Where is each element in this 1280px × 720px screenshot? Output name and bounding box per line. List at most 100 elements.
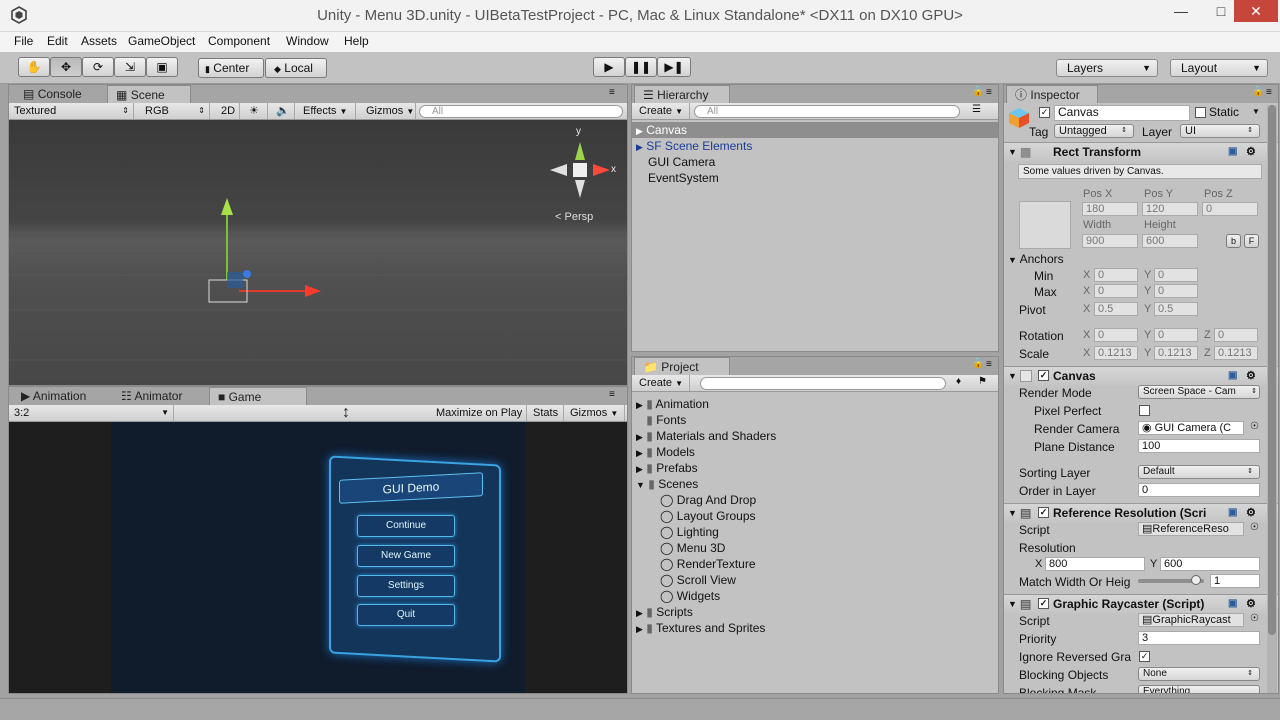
menu-gameobject[interactable]: GameObject [128, 34, 195, 48]
render-mode-dropdown[interactable]: Screen Space - Cam ⇕ [1138, 385, 1260, 399]
order-in-layer-field[interactable]: 0 [1138, 483, 1260, 497]
hierarchy-search-input[interactable]: All [694, 105, 960, 118]
hierarchy-item-eventsystem[interactable]: EventSystem [632, 170, 998, 186]
gameobject-name-input[interactable]: Canvas [1054, 105, 1190, 121]
pivot-center-button[interactable]: ▮ Center [198, 58, 264, 78]
layers-dropdown[interactable]: Layers ▼ [1056, 59, 1158, 77]
lighting-toggle[interactable]: ☀ [244, 103, 268, 119]
scene-item-widgets[interactable]: ◯ Widgets [636, 588, 996, 604]
scene-viewport[interactable]: y x < Persp [9, 120, 627, 385]
folder-item-textures[interactable]: ▶ ▮ Textures and Sprites [636, 620, 996, 636]
posy-field[interactable]: 120 [1142, 202, 1198, 216]
anchor-max-y-field[interactable]: 0 [1154, 284, 1198, 298]
scene-item-rendertexture[interactable]: ◯ RenderTexture [636, 556, 996, 572]
anchor-min-y-field[interactable]: 0 [1154, 268, 1198, 282]
tab-console[interactable]: ▤ Console [15, 85, 105, 103]
collapse-arrow-icon[interactable]: ▼ [1008, 255, 1017, 265]
help-book-icon[interactable]: ▣ [1228, 595, 1237, 613]
anchor-min-x-field[interactable]: 0 [1094, 268, 1138, 282]
blocking-objects-dropdown[interactable]: None ⇕ [1138, 667, 1260, 681]
anchor-preset-icon[interactable] [1019, 201, 1071, 249]
expand-arrow-icon[interactable]: ▶ [636, 448, 643, 458]
help-book-icon[interactable]: ▣ [1228, 504, 1237, 522]
raw-edit-button[interactable]: F [1244, 234, 1259, 248]
panel-menu-icon[interactable]: ≡ [986, 359, 992, 370]
view-gizmo-x-cone[interactable] [593, 164, 610, 176]
match-value-field[interactable]: 1 [1210, 574, 1260, 588]
expand-arrow-icon[interactable]: ▶ [636, 624, 643, 634]
scene-item-menu-3d[interactable]: ◯ Menu 3D [636, 540, 996, 556]
tab-animator[interactable]: ☷ Animator [113, 387, 209, 405]
expand-arrow-icon[interactable]: ▶ [636, 608, 643, 618]
raycaster-script-field[interactable]: ▤GraphicRaycast [1138, 613, 1244, 627]
rotation-x-field[interactable]: 0 [1094, 328, 1138, 342]
rotate-tool-button[interactable]: ⟳ [82, 57, 114, 77]
active-checkbox[interactable]: ✓ [1039, 107, 1050, 118]
render-mode-dropdown[interactable]: RGB ⇕ [140, 103, 210, 119]
lock-icon[interactable]: 🔒 [972, 358, 984, 369]
folder-item-scripts[interactable]: ▶ ▮ Scripts [636, 604, 996, 620]
filter-label-icon[interactable]: ⚑ [978, 376, 987, 387]
graphic-raycaster-header[interactable]: ▼ ▤ ✓ Graphic Raycaster (Script) ▣ ⚙ [1004, 594, 1278, 614]
folder-item-animation[interactable]: ▶ ▮ Animation [636, 396, 996, 412]
refres-enabled-checkbox[interactable]: ✓ [1038, 507, 1049, 518]
gear-icon[interactable]: ⚙ [1246, 595, 1256, 613]
menu-assets[interactable]: Assets [81, 34, 117, 48]
menu-edit[interactable]: Edit [47, 34, 68, 48]
gizmos-dropdown[interactable]: Gizmos ▼ [361, 103, 416, 119]
scene-item-lighting[interactable]: ◯ Lighting [636, 524, 996, 540]
menu-window[interactable]: Window [286, 34, 329, 48]
view-gizmo-cube[interactable] [573, 163, 587, 177]
scene-item-scroll-view[interactable]: ◯ Scroll View [636, 572, 996, 588]
render-camera-field[interactable]: ◉ GUI Camera (C [1138, 421, 1244, 435]
collapse-arrow-icon[interactable]: ▼ [1008, 504, 1017, 522]
minimize-icon[interactable]: — [1166, 0, 1196, 22]
pixel-perfect-checkbox[interactable] [1139, 405, 1150, 416]
plane-distance-field[interactable]: 100 [1138, 439, 1260, 453]
folder-item-materials[interactable]: ▶ ▮ Materials and Shaders [636, 428, 996, 444]
anchor-max-x-field[interactable]: 0 [1094, 284, 1138, 298]
play-button[interactable]: ▶ [593, 57, 625, 77]
posz-field[interactable]: 0 [1202, 202, 1258, 216]
expand-arrow-icon[interactable]: ▶ [636, 432, 643, 442]
gear-icon[interactable]: ⚙ [1246, 143, 1256, 161]
scale-tool-button[interactable]: ⇲ [114, 57, 146, 77]
shading-dropdown[interactable]: Textured ⇕ [9, 103, 134, 119]
pivot-y-field[interactable]: 0.5 [1154, 302, 1198, 316]
collapse-arrow-icon[interactable]: ▼ [1008, 595, 1017, 613]
tab-hierarchy[interactable]: ☰ Hierarchy [634, 85, 730, 103]
object-picker-icon[interactable]: ☉ [1250, 613, 1259, 624]
view-gizmo-nx-cone[interactable] [550, 164, 567, 176]
rect-transform-header[interactable]: ▼ ▦ Rect Transform ▣ ⚙ [1004, 142, 1278, 162]
panel-menu-icon[interactable]: ≡ [1266, 87, 1272, 98]
inspector-scrollbar[interactable] [1267, 105, 1277, 693]
posx-field[interactable]: 180 [1082, 202, 1138, 216]
hierarchy-create-dropdown[interactable]: Create ▼ [634, 103, 690, 119]
expand-arrow-icon[interactable]: ▶ [636, 142, 643, 152]
layer-dropdown[interactable]: UI ⇕ [1180, 124, 1260, 138]
tab-project[interactable]: 📁 Project [634, 357, 730, 375]
tab-inspector[interactable]: ⓘ Inspector [1006, 85, 1098, 103]
gizmo-x-arrow[interactable] [305, 285, 321, 297]
new-game-button[interactable]: New Game [357, 545, 455, 567]
priority-field[interactable]: 3 [1138, 631, 1260, 645]
settings-button[interactable]: Settings [357, 575, 455, 597]
continue-button[interactable]: Continue [357, 515, 455, 537]
project-create-dropdown[interactable]: Create ▼ [634, 375, 690, 391]
stats-toggle[interactable]: Stats [528, 405, 564, 421]
resolution-y-field[interactable]: 600 [1160, 557, 1260, 571]
aspect-dropdown[interactable]: 3:2 ▼ [9, 405, 174, 421]
scale-z-field[interactable]: 0.1213 [1214, 346, 1258, 360]
canvas-component-header[interactable]: ▼ ✓ Canvas ▣ ⚙ [1004, 366, 1278, 386]
filter-icon[interactable]: ☰ [972, 104, 981, 115]
pivot-x-field[interactable]: 0.5 [1094, 302, 1138, 316]
rotation-z-field[interactable]: 0 [1214, 328, 1258, 342]
expand-arrow-icon[interactable]: ▶ [636, 464, 643, 474]
collapse-arrow-icon[interactable]: ▼ [636, 480, 645, 490]
move-tool-button[interactable]: ✥ [50, 57, 82, 77]
folder-item-models[interactable]: ▶ ▮ Models [636, 444, 996, 460]
folder-item-scenes[interactable]: ▼ ▮ Scenes [636, 476, 996, 492]
maximize-on-play-toggle[interactable]: Maximize on Play [431, 405, 527, 421]
persp-label[interactable]: < Persp [555, 211, 593, 223]
tag-dropdown[interactable]: Untagged ⇕ [1054, 124, 1134, 138]
